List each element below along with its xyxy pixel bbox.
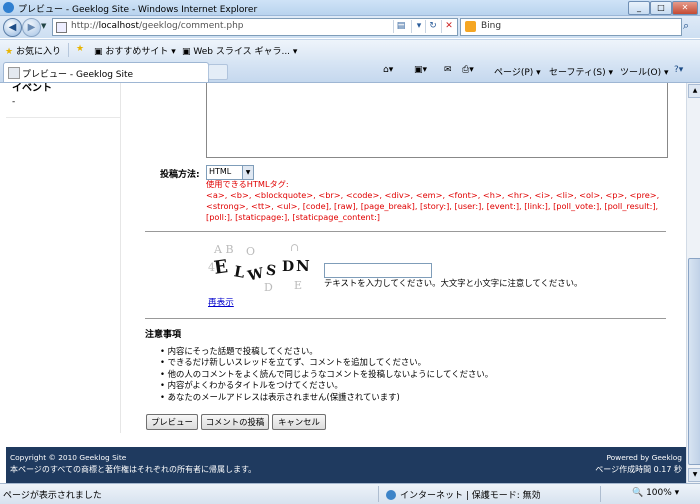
- favorites-bar: ★ お気に入り ★ ▣ おすすめサイト ▾ ▣ Web スライス ギャラ... …: [0, 39, 700, 60]
- notice-list: 内容にそった話題で投稿してください。 できるだけ新しいスレッドを立てず、コメント…: [160, 346, 494, 403]
- list-item: できるだけ新しいスレッドを立てず、コメントを追加してください。: [160, 357, 493, 368]
- list-item: 他の人のコメントをよく読んで同じようなコメントを投稿しないようにしてください。: [160, 369, 494, 380]
- feeds-icon[interactable]: ▣▾: [414, 65, 427, 75]
- captcha-image: A B O ∩ 4 E D E L W S D N: [206, 241, 320, 294]
- divider: [68, 43, 69, 57]
- tab-bar: プレビュー - Geeklog Site ⌂▾ ▣▾ ✉ ⎙▾ ページ(P) ▾…: [0, 60, 700, 83]
- history-dropdown-icon[interactable]: ▼: [41, 22, 46, 30]
- page-content: イベント - 投稿方法: HTML ▼ 使用できるHTMLタグ: <a>, <b…: [0, 83, 686, 483]
- captcha-char: W: [246, 265, 266, 285]
- star-icon: ★: [5, 47, 14, 57]
- tab-title: プレビュー - Geeklog Site: [22, 70, 134, 80]
- tools-menu[interactable]: ツール(O) ▾: [620, 65, 669, 78]
- refresh-icon[interactable]: ↻: [425, 20, 440, 33]
- close-window-button[interactable]: ✕: [672, 1, 698, 15]
- help-icon[interactable]: ?▾: [674, 65, 683, 75]
- zoom-level[interactable]: 🔍 100% ▾: [632, 488, 679, 498]
- captcha-hint: テキストを入力してください。大文字と小文字に注意してください。: [324, 278, 583, 288]
- scroll-up-icon[interactable]: ▲: [688, 84, 700, 98]
- address-dropdown-icon[interactable]: ▾: [411, 20, 426, 33]
- submit-comment-button[interactable]: コメントの投稿: [201, 414, 269, 430]
- vertical-scrollbar[interactable]: ▲ ▼: [686, 83, 700, 483]
- list-item: 内容にそった話題で投稿してください。: [160, 346, 493, 357]
- page-menu[interactable]: ページ(P) ▾: [494, 65, 541, 78]
- captcha-refresh-link[interactable]: 再表示: [208, 296, 234, 308]
- home-icon[interactable]: ⌂▾: [383, 65, 393, 75]
- captcha-char: N: [296, 257, 310, 275]
- footer-rights: 本ページのすべての商標と著作権はそれぞれの所有者に帰属します。: [10, 465, 257, 474]
- events-item: -: [12, 97, 16, 107]
- footer-powered: Powered by Geeklog: [606, 453, 682, 462]
- page-icon: ▣: [94, 47, 103, 57]
- back-button[interactable]: ◀: [3, 18, 22, 37]
- stop-icon[interactable]: ✕: [441, 20, 456, 33]
- print-icon[interactable]: ⎙▾: [462, 65, 474, 75]
- address-url: http://localhost/geeklog/comment.php: [71, 21, 244, 31]
- status-bar: ページが表示されました インターネット | 保護モード: 無効 🔍 100% ▾: [0, 483, 700, 504]
- captcha-char: D: [282, 259, 295, 275]
- post-method-value: HTML: [209, 167, 232, 176]
- chevron-down-icon: ▼: [242, 166, 253, 179]
- site-footer: Copyright © 2010 Geeklog Site 本ページのすべての商…: [6, 447, 686, 483]
- security-zone[interactable]: インターネット | 保護モード: 無効: [386, 488, 541, 501]
- captcha-char: L: [232, 262, 247, 282]
- divider: [145, 231, 666, 232]
- post-method-label: 投稿方法:: [160, 170, 200, 180]
- footer-gen-time: ページ作成時間 0.17 秒: [595, 465, 682, 474]
- scroll-thumb[interactable]: [688, 258, 700, 465]
- captcha-input[interactable]: [324, 263, 432, 278]
- list-item: 内容がよくわかるタイトルをつけてください。: [160, 380, 493, 391]
- minimize-button[interactable]: _: [628, 1, 650, 15]
- captcha-char: S: [264, 262, 278, 280]
- divider: [145, 318, 666, 319]
- suggested-sites-link[interactable]: ▣ おすすめサイト ▾: [94, 44, 176, 57]
- allowed-tags-title: 使用できるHTMLタグ:: [206, 179, 289, 189]
- captcha-char: E: [212, 256, 230, 279]
- events-title: イベント: [12, 83, 52, 94]
- scroll-down-icon[interactable]: ▼: [688, 468, 700, 482]
- page-icon: [56, 22, 67, 33]
- list-item: あなたのメールアドレスは表示されません(保護されています): [160, 392, 493, 403]
- page-icon: ▣: [182, 47, 191, 57]
- left-sidebar: イベント -: [6, 83, 121, 433]
- search-input[interactable]: Bing: [460, 18, 682, 36]
- favorites-button[interactable]: ★ お気に入り: [5, 44, 61, 57]
- footer-copyright: Copyright © 2010 Geeklog Site: [10, 453, 127, 462]
- cancel-button[interactable]: キャンセル: [272, 414, 326, 430]
- divider: [378, 486, 379, 502]
- search-placeholder: Bing: [481, 21, 502, 31]
- allowed-tags-list: <a>, <b>, <blockquote>, <br>, <code>, <d…: [206, 190, 660, 222]
- window-title: プレビュー - Geeklog Site - Windows Internet …: [18, 5, 258, 15]
- post-method-select[interactable]: HTML ▼: [206, 165, 254, 180]
- mail-icon[interactable]: ✉: [444, 65, 452, 75]
- notice-title: 注意事項: [145, 330, 182, 340]
- allowed-html-tags: 使用できるHTMLタグ: <a>, <b>, <blockquote>, <br…: [206, 179, 666, 223]
- new-tab-button[interactable]: [208, 64, 228, 80]
- ie-logo-icon: [3, 2, 14, 13]
- web-slice-gallery-link[interactable]: ▣ Web スライス ギャラ... ▾: [182, 44, 297, 57]
- tab-active[interactable]: プレビュー - Geeklog Site: [3, 62, 209, 82]
- preview-button[interactable]: プレビュー: [146, 414, 198, 430]
- divider: [600, 486, 601, 502]
- search-icon[interactable]: ⌕: [683, 19, 689, 33]
- comment-textarea[interactable]: [206, 83, 668, 158]
- address-toolbar: ◀ ▶ ▼ http://localhost/geeklog/comment.p…: [0, 16, 700, 38]
- bing-icon: [465, 21, 476, 32]
- status-text: ページが表示されました: [3, 491, 102, 501]
- safety-menu[interactable]: セーフティ(S) ▾: [549, 65, 613, 78]
- add-favorite-icon[interactable]: ★: [76, 44, 84, 54]
- page-icon: [8, 67, 20, 79]
- divider: [6, 117, 120, 118]
- maximize-button[interactable]: □: [650, 1, 672, 15]
- address-bar[interactable]: http://localhost/geeklog/comment.php ▤ ▾…: [52, 18, 458, 36]
- forward-button[interactable]: ▶: [22, 18, 41, 37]
- window-title-bar: プレビュー - Geeklog Site - Windows Internet …: [0, 0, 700, 16]
- globe-icon: [386, 490, 396, 500]
- compatibility-view-icon[interactable]: ▤: [393, 20, 408, 33]
